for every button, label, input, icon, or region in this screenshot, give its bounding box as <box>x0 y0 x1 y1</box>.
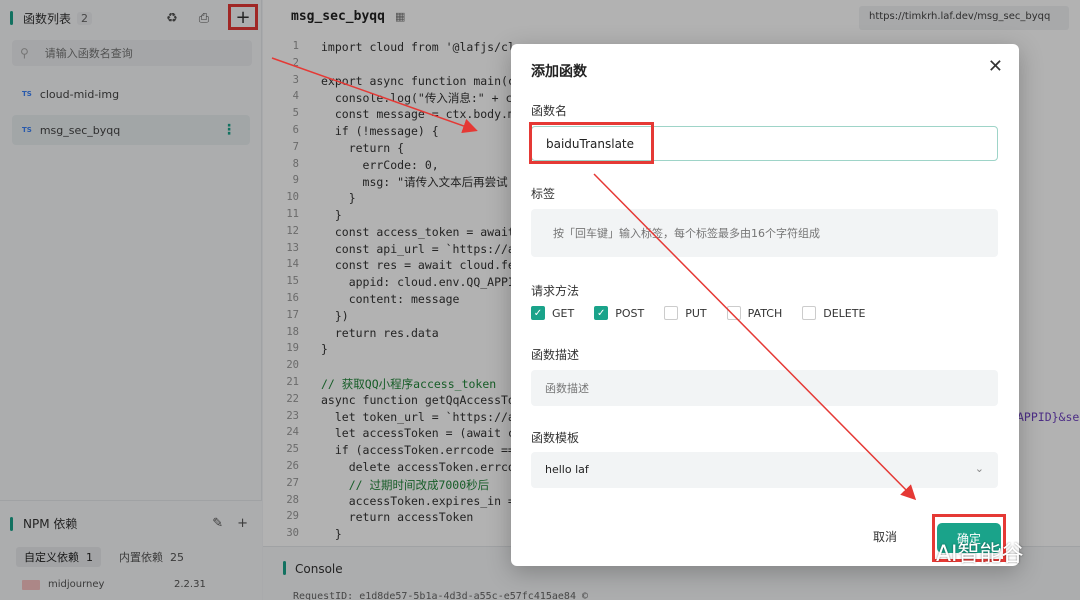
add-function-dialog: 添加函数 ✕ 函数名 标签 请求方法 ✓GET ✓POST PUT PATCH … <box>511 44 1019 566</box>
watermark: AI智能谷 <box>898 536 1024 568</box>
method-get[interactable]: ✓ GET <box>531 306 574 320</box>
method-put[interactable]: PUT <box>664 306 707 320</box>
description-label: 函数描述 <box>531 348 580 362</box>
template-select[interactable]: hello laf ⌄ <box>531 452 998 488</box>
dialog-title: 添加函数 <box>531 64 587 80</box>
method-post[interactable]: ✓ POST <box>594 306 644 320</box>
checkbox-icon[interactable] <box>802 306 817 320</box>
method-patch[interactable]: PATCH <box>726 306 782 320</box>
checkbox-checked-icon[interactable]: ✓ <box>594 306 609 320</box>
method-delete[interactable]: DELETE <box>802 306 865 320</box>
checkbox-icon[interactable] <box>726 306 741 320</box>
description-input[interactable] <box>531 370 998 406</box>
checkbox-checked-icon[interactable]: ✓ <box>531 306 545 320</box>
annotation-highlight-name <box>529 122 654 164</box>
chevron-down-icon: ⌄ <box>974 462 984 475</box>
tags-input[interactable] <box>531 209 998 257</box>
methods-label: 请求方法 <box>531 284 580 298</box>
close-icon[interactable]: ✕ <box>988 56 1003 77</box>
methods-group: ✓ GET ✓ POST PUT PATCH DELETE <box>531 306 885 320</box>
cancel-button[interactable]: 取消 <box>873 528 897 545</box>
name-label: 函数名 <box>531 104 568 118</box>
tags-label: 标签 <box>531 187 556 201</box>
template-value: hello laf <box>545 463 589 476</box>
checkbox-icon[interactable] <box>664 306 679 320</box>
wechat-logo-icon <box>898 541 928 563</box>
template-label: 函数模板 <box>531 431 580 445</box>
